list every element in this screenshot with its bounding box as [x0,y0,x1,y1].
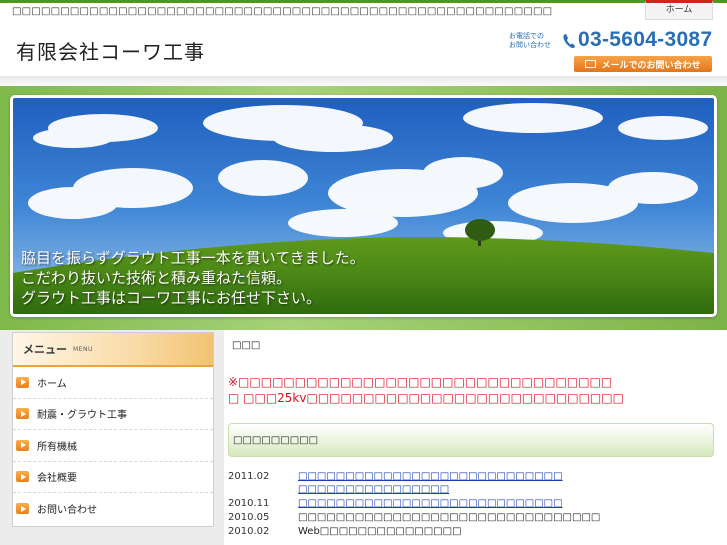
sidebar-item-home[interactable]: ホーム [13,367,213,399]
news-date: 2011.02 [228,471,270,482]
news-item: 2010.05 □□□□□□□□□□□□□□□□□□□□□□□□□□□□□□□□ [228,511,714,524]
sidebar-item-grout-work[interactable]: 耐震・グラウト工事 [13,399,213,430]
sidebar-menu: メニュー MENU ホーム 耐震・グラウト工事 所有機械 会社概要 お問い合わせ [12,332,214,527]
tel-number[interactable]: 03-5604-3087 [578,28,712,52]
news-item: 2010.11 □□□□□□□□□□□□□□□□□□□□□□□□□□□□ [228,497,714,510]
menu-title: メニュー [23,343,67,356]
news-text: Web□□□□□□□□□□□□□□□ [298,526,462,537]
sidebar-item-machinery[interactable]: 所有機械 [13,430,213,462]
news-item: 2010.02 Web□□□□□□□□□□□□□□□ [228,525,714,538]
company-logo-text[interactable]: 有限会社コーワ工事 [16,36,205,65]
hero-line-2: こだわり抜いた技術と積み重ねた信頼。 [21,269,292,287]
sidebar-item-label: 耐震・グラウト工事 [37,410,127,422]
news-heading: □□□□□□□□□ [228,423,714,457]
top-accent-bar [0,0,727,3]
news-link[interactable]: □□□□□□□□□□□□□□□□□□□□□□□□□□□□ [298,470,714,483]
mail-contact-label: メールでのお問い合わせ [601,60,701,71]
news-link[interactable]: □□□□□□□□□□□□□□□□□□□□□□□□□□□□ [298,497,714,510]
tel-caption: お電話での お問い合わせ [509,32,551,50]
sidebar-item-contact[interactable]: お問い合わせ [13,493,213,525]
tel-caption-line-1: お電話での [509,32,544,40]
notice-line-1: ※□□□□□□□□□□□□□□□□□□□□□□□□□□□□□□□□□ [228,375,613,389]
news-item: 2011.02 □□□□□□□□□□□□□□□□□□□□□□□□□□□□ □□□… [228,470,714,496]
news-date: 2010.05 [228,512,270,523]
news-list: 2011.02 □□□□□□□□□□□□□□□□□□□□□□□□□□□□ □□□… [228,470,714,539]
section-label: □□□ [232,340,261,351]
phone-icon [563,34,575,49]
arrow-icon [16,408,29,420]
sidebar-item-label: お問い合わせ [37,505,97,517]
arrow-icon [16,503,29,515]
news-text: □□□□□□□□□□□□□□□□□□□□□□□□□□□□□□□□ [298,512,601,523]
news-link[interactable]: □□□□□□□□□□□□□□□□ [298,483,714,496]
news-date: 2010.02 [228,526,270,537]
news-date: 2010.11 [228,498,270,509]
arrow-icon [16,439,29,451]
sidebar-item-company[interactable]: 会社概要 [13,462,213,493]
home-tab[interactable]: ホーム [645,0,713,20]
notice-text: ※□□□□□□□□□□□□□□□□□□□□□□□□□□□□□□□□□ □ □□□… [228,374,624,406]
mail-contact-button[interactable]: メールでのお問い合わせ [574,56,712,72]
tel-caption-line-2: お問い合わせ [509,41,551,49]
menu-subtitle: MENU [73,345,93,353]
sidebar-item-label: 会社概要 [37,473,77,485]
menu-header: メニュー MENU [13,333,213,367]
hero-banner: 脇目を振らずグラウト工事一本を貫いてきました。 こだわり抜いた技術と積み重ねた信… [10,95,717,317]
mail-icon [585,60,597,68]
notice-line-2: □ □□□25kv□□□□□□□□□□□□□□□□□□□□□□□□□□□□ [228,391,624,405]
sidebar-item-label: 所有機械 [37,441,77,453]
site-tagline: □□□□□□□□□□□□□□□□□□□□□□□□□□□□□□□□□□□□□□□□… [12,6,553,17]
main-content: □□□ ※□□□□□□□□□□□□□□□□□□□□□□□□□□□□□□□□□ □… [228,330,727,545]
hero-line-1: 脇目を振らずグラウト工事一本を貫いてきました。 [21,249,365,267]
hero-line-3: グラウト工事はコーワ工事にお任せ下さい。 [21,289,322,307]
arrow-icon [16,376,29,388]
arrow-icon [16,471,29,483]
hero-copy: 脇目を振らずグラウト工事一本を貫いてきました。 こだわり抜いた技術と積み重ねた信… [21,248,365,308]
sidebar-item-label: ホーム [37,378,67,390]
